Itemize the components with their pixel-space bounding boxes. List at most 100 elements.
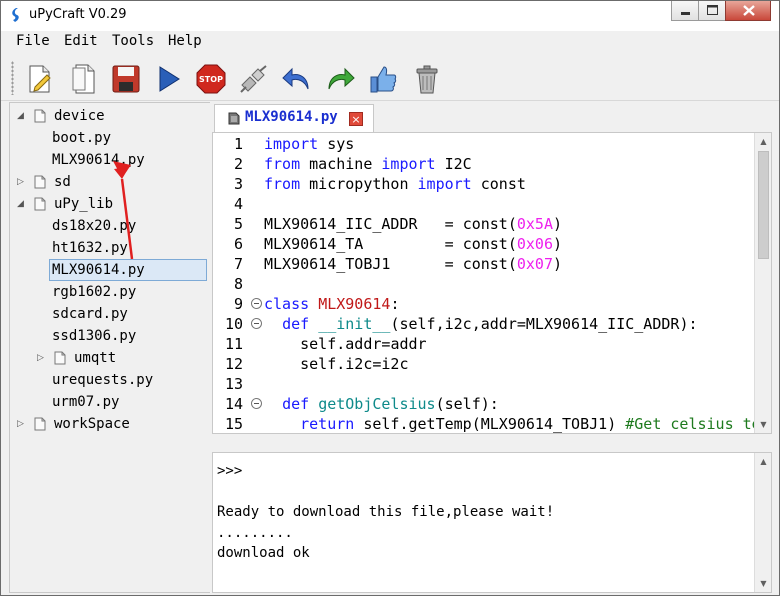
console-line: .........: [217, 525, 293, 541]
code-text: MLX90614_TOBJ1 = const(0x07): [264, 255, 563, 273]
code-editor[interactable]: 1 import sys 2 from machine import I2C 3 from…: [212, 132, 772, 434]
menu-tools[interactable]: Tools: [112, 33, 154, 49]
tree-item-label: device: [54, 108, 105, 124]
scroll-down-arrow-icon[interactable]: ▼: [755, 575, 771, 592]
save-icon[interactable]: [110, 63, 142, 95]
folder-icon: [54, 351, 66, 365]
fold-toggle-icon[interactable]: [251, 398, 262, 409]
code-text: MLX90614_TA = const(0x06): [264, 235, 563, 253]
window-title: uPyCraft V0.29: [29, 7, 127, 22]
line-number: 8: [233, 275, 243, 293]
line-number: 4: [233, 195, 243, 213]
code-text: self.addr=addr: [300, 335, 427, 353]
tree-folder-item[interactable]: sd: [54, 171, 71, 193]
console-output[interactable]: >>> Ready to download this file,please wa…: [212, 452, 772, 593]
run-icon[interactable]: [153, 63, 185, 95]
console-line: download ok: [217, 545, 310, 561]
line-number: 3: [233, 175, 243, 193]
expanded-arrow-icon[interactable]: ◢: [17, 199, 24, 209]
tree-item-label: urequests.py: [52, 372, 154, 388]
folder-icon: [34, 417, 46, 431]
tree-item-label: ht1632.py: [52, 240, 128, 256]
tree-item-label: workSpace: [54, 416, 130, 432]
maximize-button[interactable]: [698, 1, 726, 21]
tab-close-button[interactable]: ×: [349, 112, 363, 126]
collapsed-arrow-icon[interactable]: ▷: [37, 353, 44, 363]
tree-item-label: umqtt: [74, 350, 117, 366]
tree-file-item[interactable]: sdcard.py: [52, 303, 128, 325]
app-logo-icon: [12, 8, 19, 22]
tree-item-label: uPy_lib: [54, 196, 114, 212]
console-vertical-scrollbar[interactable]: ▲ ▼: [754, 453, 771, 592]
editor-vertical-scrollbar[interactable]: ▲ ▼: [754, 133, 771, 433]
svg-text:STOP: STOP: [199, 75, 223, 84]
line-number: 10: [224, 315, 243, 333]
tree-file-item[interactable]: ssd1306.py: [52, 325, 136, 347]
tree-item-label: rgb1602.py: [52, 284, 137, 300]
clear-icon[interactable]: [411, 63, 443, 95]
tree-folder-item[interactable]: umqtt: [74, 347, 116, 369]
scroll-up-arrow-icon[interactable]: ▲: [755, 133, 771, 150]
tree-file-item[interactable]: boot.py: [52, 127, 111, 149]
connect-icon[interactable]: [238, 63, 270, 95]
tree-file-item[interactable]: ht1632.py: [52, 237, 128, 259]
close-icon: [743, 5, 755, 16]
tab-label: MLX90614.py: [245, 109, 338, 125]
code-text: def __init__(self,i2c,addr=MLX90614_IIC_…: [282, 315, 698, 333]
open-file-icon[interactable]: [68, 63, 100, 95]
menu-edit[interactable]: Edit: [64, 33, 98, 49]
line-number: 12: [224, 355, 243, 373]
tree-folder-item[interactable]: device: [54, 105, 105, 127]
line-number: 7: [233, 255, 243, 273]
minimize-icon: [681, 12, 690, 15]
line-number: 11: [224, 335, 243, 353]
toolbar-grip[interactable]: [11, 61, 14, 95]
tree-file-item[interactable]: urm07.py: [52, 391, 119, 413]
menu-file[interactable]: File: [16, 33, 50, 49]
folder-icon: [34, 175, 46, 189]
folder-icon: [34, 109, 46, 123]
tree-file-item[interactable]: rgb1602.py: [52, 281, 136, 303]
menu-help[interactable]: Help: [168, 33, 202, 49]
line-number: 6: [233, 235, 243, 253]
line-number: 15: [224, 415, 243, 433]
syntax-check-icon[interactable]: [367, 63, 399, 95]
tree-file-item[interactable]: urequests.py: [52, 369, 153, 391]
tree-file-item[interactable]: MLX90614.py: [52, 149, 145, 171]
collapsed-arrow-icon[interactable]: ▷: [17, 177, 24, 187]
code-text: return self.getTemp(MLX90614_TOBJ1) #Get…: [300, 415, 761, 433]
redo-icon[interactable]: [324, 63, 356, 95]
tree-item-label: urm07.py: [52, 394, 120, 410]
scroll-up-arrow-icon[interactable]: ▲: [755, 453, 771, 470]
tree-folder-item[interactable]: workSpace: [54, 413, 130, 435]
maximize-icon: [707, 5, 718, 15]
scroll-thumb[interactable]: [758, 151, 769, 259]
fold-toggle-icon[interactable]: [251, 298, 262, 309]
tab-mlx90614[interactable]: MLX90614.py ×: [214, 104, 374, 132]
line-number: 2: [233, 155, 243, 173]
menu-bar: File Edit Tools Help: [1, 31, 779, 53]
tree-item-label: sdcard.py: [52, 306, 128, 322]
toolbar: STOP: [1, 53, 779, 101]
tree-item-label: MLX90614.py: [52, 152, 145, 168]
expanded-arrow-icon[interactable]: ◢: [17, 111, 24, 121]
fold-toggle-icon[interactable]: [251, 318, 262, 329]
code-text: class MLX90614:: [264, 295, 400, 313]
line-number: 9: [233, 295, 243, 313]
python-file-icon: [228, 112, 240, 125]
stop-icon[interactable]: STOP: [195, 63, 227, 95]
title-bar: uPyCraft V0.29: [1, 1, 779, 31]
app-window: uPyCraft V0.29 File Edit Tools Help STOP…: [0, 0, 780, 596]
code-text: import sys: [264, 135, 355, 153]
tree-file-item[interactable]: ds18x20.py: [52, 215, 136, 237]
close-window-button[interactable]: [725, 1, 771, 21]
line-number: 1: [233, 135, 243, 153]
undo-icon[interactable]: [281, 63, 313, 95]
tree-file-item[interactable]: MLX90614.py: [49, 259, 207, 281]
minimize-button[interactable]: [671, 1, 699, 21]
collapsed-arrow-icon[interactable]: ▷: [17, 419, 24, 429]
tree-item-label: boot.py: [52, 130, 112, 146]
tree-folder-item[interactable]: uPy_lib: [54, 193, 113, 215]
new-file-icon[interactable]: [23, 63, 55, 95]
scroll-down-arrow-icon[interactable]: ▼: [755, 416, 771, 433]
